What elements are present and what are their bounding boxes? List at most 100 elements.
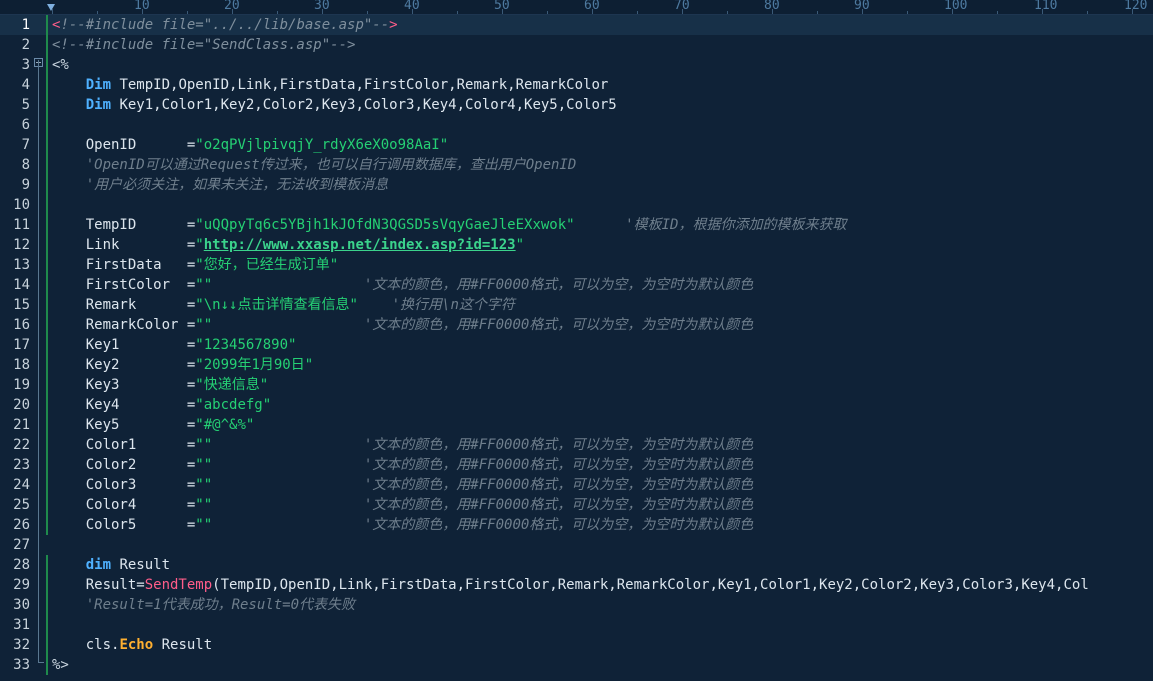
code-text[interactable]: Color5 ="" '文本的颜色，用#FF0000格式，可以为空，为空时为默认…	[52, 515, 754, 535]
code-text[interactable]: dim Result	[52, 555, 170, 575]
code-line[interactable]: 1 <!--#include file="../../lib/base.asp"-…	[0, 15, 1153, 35]
code-token: "\n↓↓点击详情查看信息"	[195, 297, 358, 313]
code-line[interactable]: 12 Link ="http://www.xxasp.net/index.asp…	[0, 235, 1153, 255]
code-line[interactable]: 9 '用户必须关注，如果未关注，无法收到模板消息	[0, 175, 1153, 195]
code-token: '模板ID，根据你添加的模板来获取	[625, 217, 847, 233]
line-number: 10	[13, 197, 30, 213]
code-token: Key2 =	[52, 357, 196, 373]
code-text[interactable]: 'OpenID可以通过Request传过来，也可以自行调用数据库，查出用户Ope…	[52, 155, 577, 175]
code-line[interactable]: 18 Key2 ="2099年1月90日"	[0, 355, 1153, 375]
code-line[interactable]: 32 cls.Echo Result	[0, 635, 1153, 655]
code-link[interactable]: http://www.xxasp.net/index.asp?id=123	[204, 237, 516, 253]
ruler-tick	[817, 11, 818, 14]
code-token: '文本的颜色，用#FF0000格式，可以为空，为空时为默认颜色	[363, 317, 754, 333]
code-line[interactable]: 29 Result=SendTemp(TempID,OpenID,Link,Fi…	[0, 575, 1153, 595]
ruler-tick	[97, 11, 98, 14]
code-text[interactable]: Color1 ="" '文本的颜色，用#FF0000格式，可以为空，为空时为默认…	[52, 435, 754, 455]
ruler-number: 50	[494, 0, 510, 13]
code-text[interactable]: RemarkColor ="" '文本的颜色，用#FF0000格式，可以为空，为…	[52, 315, 754, 335]
line-number: 7	[21, 137, 30, 153]
ruler-number: 100	[944, 0, 968, 13]
code-text[interactable]: 'Result=1代表成功，Result=0代表失败	[52, 595, 355, 615]
code-line[interactable]: 22 Color1 ="" '文本的颜色，用#FF0000格式，可以为空，为空时…	[0, 435, 1153, 455]
code-line[interactable]: 23 Color2 ="" '文本的颜色，用#FF0000格式，可以为空，为空时…	[0, 455, 1153, 475]
ruler-number: 60	[584, 0, 600, 13]
code-line[interactable]: 16 RemarkColor ="" '文本的颜色，用#FF0000格式，可以为…	[0, 315, 1153, 335]
code-text[interactable]: FirstColor ="" '文本的颜色，用#FF0000格式，可以为空，为空…	[52, 275, 754, 295]
line-number: 25	[13, 497, 30, 513]
code-text[interactable]: Dim Key1,Color1,Key2,Color2,Key3,Color3,…	[52, 95, 617, 115]
code-text[interactable]: '用户必须关注，如果未关注，无法收到模板消息	[52, 175, 388, 195]
line-number: 15	[13, 297, 30, 313]
code-line[interactable]: 13 FirstData ="您好，已经生成订单"	[0, 255, 1153, 275]
code-text[interactable]: Result=SendTemp(TempID,OpenID,Link,First…	[52, 575, 1089, 595]
code-text[interactable]: Link ="http://www.xxasp.net/index.asp?id…	[52, 235, 524, 255]
code-line[interactable]: 8 'OpenID可以通过Request传过来，也可以自行调用数据库，查出用户O…	[0, 155, 1153, 175]
ruler-tick	[997, 11, 998, 14]
code-text[interactable]: <%	[52, 55, 69, 75]
code-text[interactable]: Color3 ="" '文本的颜色，用#FF0000格式，可以为空，为空时为默认…	[52, 475, 754, 495]
code-lines[interactable]: 1 <!--#include file="../../lib/base.asp"-…	[0, 15, 1153, 675]
code-text[interactable]: Key2 ="2099年1月90日"	[52, 355, 313, 375]
code-text[interactable]: Color2 ="" '文本的颜色，用#FF0000格式，可以为空，为空时为默认…	[52, 455, 754, 475]
code-line[interactable]: 26 Color5 ="" '文本的颜色，用#FF0000格式，可以为空，为空时…	[0, 515, 1153, 535]
code-line[interactable]: 3 <%	[0, 55, 1153, 75]
code-line[interactable]: 11 TempID ="uQQpyTq6c5YBjh1kJOfdN3QGSD5s…	[0, 215, 1153, 235]
code-text[interactable]: FirstData ="您好，已经生成订单"	[52, 255, 338, 275]
code-token: 'OpenID可以通过Request传过来，也可以自行调用数据库，查出用户Ope…	[85, 157, 577, 173]
ruler-number: 20	[224, 0, 240, 13]
ruler-number: 30	[314, 0, 330, 13]
code-token: Key3 =	[52, 377, 196, 393]
code-text[interactable]: cls.Echo Result	[52, 635, 212, 655]
line-number: 29	[13, 577, 30, 593]
code-line[interactable]: 10	[0, 195, 1153, 215]
code-line[interactable]: 27	[0, 535, 1153, 555]
code-text[interactable]: %>	[52, 655, 69, 675]
code-text[interactable]: Key1 ="1234567890"	[52, 335, 297, 355]
ruler-tick	[52, 9, 53, 14]
ruler-tick	[367, 11, 368, 14]
ruler-number: 10	[134, 0, 150, 13]
code-line[interactable]: 30 'Result=1代表成功，Result=0代表失败	[0, 595, 1153, 615]
code-text[interactable]: Remark ="\n↓↓点击详情查看信息" '换行用\n这个字符	[52, 295, 515, 315]
code-token: "#@^&%"	[195, 417, 255, 433]
code-text[interactable]: Key5 ="#@^&%"	[52, 415, 255, 435]
code-line[interactable]: 2 <!--#include file="SendClass.asp"-->	[0, 35, 1153, 55]
code-line[interactable]: 19 Key3 ="快递信息"	[0, 375, 1153, 395]
code-token: TempID =	[52, 217, 196, 233]
code-text[interactable]: Color4 ="" '文本的颜色，用#FF0000格式，可以为空，为空时为默认…	[52, 495, 754, 515]
code-line[interactable]: 28 dim Result	[0, 555, 1153, 575]
code-line[interactable]: 14 FirstColor ="" '文本的颜色，用#FF0000格式，可以为空…	[0, 275, 1153, 295]
code-text[interactable]: <!--#include file="../../lib/base.asp"--…	[52, 15, 398, 35]
code-line[interactable]: 17 Key1 ="1234567890"	[0, 335, 1153, 355]
code-token: "abcdefg"	[195, 397, 272, 413]
code-line[interactable]: 20 Key4 ="abcdefg"	[0, 395, 1153, 415]
code-token: Key1,Color1,Key2,Color2,Key3,Color3,Key4…	[111, 97, 617, 113]
code-editor[interactable]: 10 20 30 40 50 60 70 80 90 100 110 120 1 <!--#includ…	[0, 0, 1153, 681]
code-line[interactable]: 6	[0, 115, 1153, 135]
code-text[interactable]: <!--#include file="SendClass.asp"-->	[52, 35, 355, 55]
code-text[interactable]: Key3 ="快递信息"	[52, 375, 268, 395]
code-line[interactable]: 31	[0, 615, 1153, 635]
code-token: (TempID,OpenID,Link,FirstData,FirstColor…	[212, 577, 1089, 593]
code-text[interactable]: TempID ="uQQpyTq6c5YBjh1kJOfdN3QGSD5sVqy…	[52, 215, 847, 235]
code-token: "快递信息"	[195, 377, 269, 393]
code-line[interactable]: 15 Remark ="\n↓↓点击详情查看信息" '换行用\n这个字符	[0, 295, 1153, 315]
ruler-number: 80	[764, 0, 780, 13]
code-text[interactable]: OpenID ="o2qPVjlpivqjY_rdyX6eX0o98AaI"	[52, 135, 448, 155]
code-line[interactable]: 25 Color4 ="" '文本的颜色，用#FF0000格式，可以为空，为空时…	[0, 495, 1153, 515]
code-line[interactable]: 21 Key5 ="#@^&%"	[0, 415, 1153, 435]
code-text[interactable]: Key4 ="abcdefg"	[52, 395, 271, 415]
code-line[interactable]: 7 OpenID ="o2qPVjlpivqjY_rdyX6eX0o98AaI"	[0, 135, 1153, 155]
line-number: 24	[13, 477, 30, 493]
code-line[interactable]: 33 %>	[0, 655, 1153, 675]
code-line[interactable]: 4 Dim TempID,OpenID,Link,FirstData,First…	[0, 75, 1153, 95]
code-line[interactable]: 24 Color3 ="" '文本的颜色，用#FF0000格式，可以为空，为空时…	[0, 475, 1153, 495]
code-token: ""	[195, 457, 213, 473]
code-text[interactable]: Dim TempID,OpenID,Link,FirstData,FirstCo…	[52, 75, 609, 95]
code-line[interactable]: 5 Dim Key1,Color1,Key2,Color2,Key3,Color…	[0, 95, 1153, 115]
code-token: "2099年1月90日"	[195, 357, 314, 373]
